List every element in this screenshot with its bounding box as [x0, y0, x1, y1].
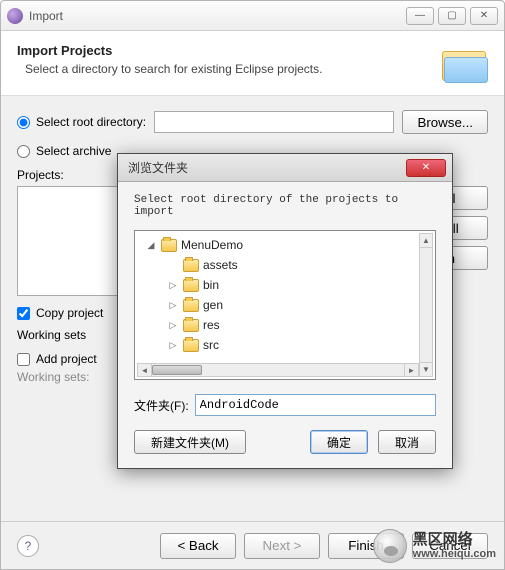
watermark-line2: www.heiqu.com — [413, 548, 496, 560]
add-to-working-sets-label: Add project — [36, 352, 97, 366]
folder-tree[interactable]: ◢ MenuDemo assets ▷ bin ▷ gen ▷ res ▷ src ◄ ► ▲ ▼ — [134, 230, 436, 380]
window-title: Import — [29, 9, 406, 23]
tree-node-label: bin — [203, 278, 219, 292]
ok-button[interactable]: 确定 — [310, 430, 368, 454]
folder-icon — [183, 259, 199, 272]
expander-icon[interactable]: ◢ — [145, 240, 157, 251]
horizontal-scrollbar[interactable]: ◄ ► — [137, 363, 419, 377]
scroll-up-icon[interactable]: ▲ — [420, 234, 432, 248]
folder-icon — [161, 239, 177, 252]
scroll-left-icon[interactable]: ◄ — [138, 364, 152, 376]
add-to-working-sets-checkbox[interactable] — [17, 353, 30, 366]
root-directory-label: Select root directory: — [36, 115, 146, 129]
back-button[interactable]: < Back — [160, 533, 236, 559]
watermark-line1: 黑区网络 — [413, 532, 496, 549]
folder-icon — [183, 299, 199, 312]
wizard-header: Import Projects Select a directory to se… — [1, 31, 504, 96]
tree-node[interactable]: ◢ MenuDemo — [141, 235, 429, 255]
help-button[interactable]: ? — [17, 535, 39, 557]
folder-icon — [183, 319, 199, 332]
tree-node[interactable]: ▷ res — [141, 315, 429, 335]
dialog-message: Select root directory of the projects to… — [134, 194, 436, 218]
dialog-title: 浏览文件夹 — [124, 159, 406, 176]
tree-node[interactable]: ▷ gen — [141, 295, 429, 315]
folder-illustration-icon — [440, 43, 488, 83]
tree-node-label: res — [203, 318, 220, 332]
expander-icon[interactable]: ▷ — [167, 320, 179, 331]
browse-button[interactable]: Browse... — [402, 110, 488, 134]
window-controls: — ▢ ✕ — [406, 7, 498, 25]
watermark-icon — [373, 529, 407, 563]
expander-icon[interactable]: ▷ — [167, 340, 179, 351]
root-directory-radio[interactable] — [17, 116, 30, 129]
tree-node-label: MenuDemo — [181, 238, 243, 252]
dialog-close-button[interactable]: ✕ — [406, 159, 446, 177]
folder-icon — [183, 279, 199, 292]
tree-node-label: assets — [203, 258, 238, 272]
new-folder-button[interactable]: 新建文件夹(M) — [134, 430, 246, 454]
copy-projects-checkbox[interactable] — [17, 307, 30, 320]
folder-name-input[interactable] — [195, 394, 436, 416]
copy-projects-label: Copy project — [36, 306, 103, 320]
page-subtitle: Select a directory to search for existin… — [25, 62, 440, 76]
working-sets-field-label: Working sets: — [17, 370, 103, 384]
tree-node[interactable]: ▷ src — [141, 335, 429, 355]
tree-node-label: src — [203, 338, 219, 352]
expander-icon[interactable]: ▷ — [167, 300, 179, 311]
folder-name-label: 文件夹(F): — [134, 397, 189, 414]
window-titlebar: Import — ▢ ✕ — [1, 1, 504, 31]
tree-node[interactable]: assets — [141, 255, 429, 275]
maximize-button[interactable]: ▢ — [438, 7, 466, 25]
eclipse-icon — [7, 8, 23, 24]
dialog-cancel-button[interactable]: 取消 — [378, 430, 436, 454]
folder-icon — [183, 339, 199, 352]
archive-radio[interactable] — [17, 145, 30, 158]
watermark: 黑区网络 www.heiqu.com — [373, 529, 496, 563]
tree-node[interactable]: ▷ bin — [141, 275, 429, 295]
scroll-down-icon[interactable]: ▼ — [420, 362, 432, 376]
dialog-titlebar: 浏览文件夹 ✕ — [118, 154, 452, 182]
root-directory-input[interactable] — [154, 111, 394, 133]
import-wizard-window: Import — ▢ ✕ Import Projects Select a di… — [0, 0, 505, 570]
scroll-right-icon[interactable]: ► — [404, 364, 418, 376]
browse-folder-dialog: 浏览文件夹 ✕ Select root directory of the pro… — [117, 153, 453, 469]
scroll-thumb[interactable] — [152, 365, 202, 375]
close-button[interactable]: ✕ — [470, 7, 498, 25]
page-title: Import Projects — [17, 43, 440, 58]
vertical-scrollbar[interactable]: ▲ ▼ — [419, 233, 433, 377]
minimize-button[interactable]: — — [406, 7, 434, 25]
tree-node-label: gen — [203, 298, 223, 312]
archive-label: Select archive — [36, 144, 111, 158]
next-button[interactable]: Next > — [244, 533, 320, 559]
expander-icon[interactable]: ▷ — [167, 280, 179, 291]
